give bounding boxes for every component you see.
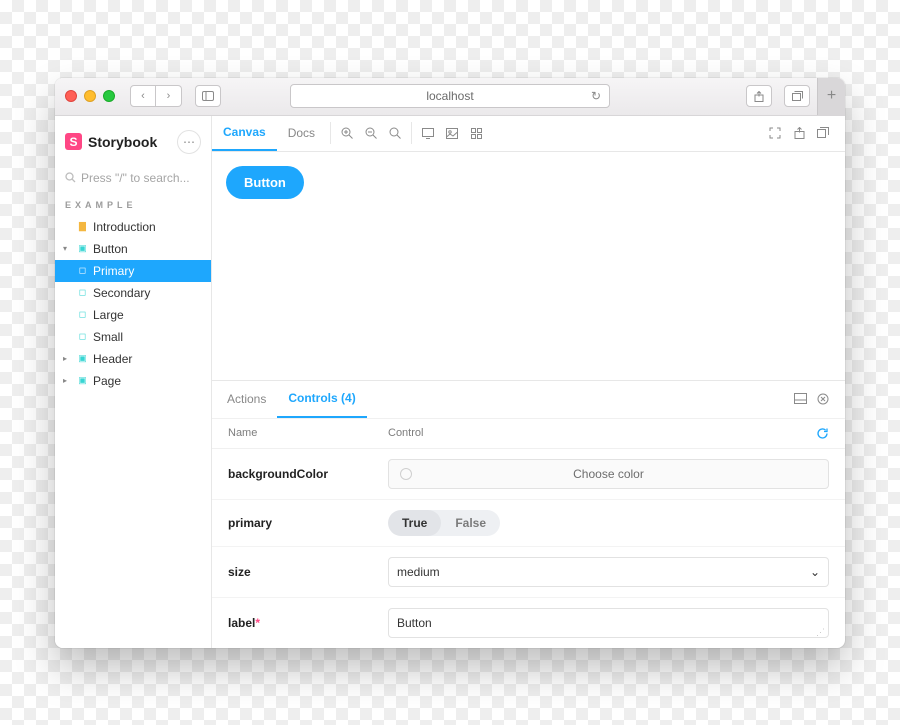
- search-icon: [65, 172, 76, 183]
- story-icon: ◻: [77, 265, 88, 276]
- doc-icon: ▇: [77, 221, 88, 232]
- sidebar-icon: [202, 91, 214, 101]
- storybook-mark-icon: S: [65, 133, 82, 150]
- traffic-light-close[interactable]: [65, 90, 77, 102]
- preview-toolbar: Canvas Docs: [212, 116, 845, 152]
- panel-icon: [794, 393, 807, 404]
- tree-item-large[interactable]: ◻ Large: [55, 304, 211, 326]
- sidebar-section-label: EXAMPLE: [55, 200, 211, 210]
- tabs-button[interactable]: [784, 85, 810, 107]
- control-label: label* Button ⋰: [212, 598, 845, 648]
- tree-item-introduction[interactable]: ▇ Introduction: [55, 216, 211, 238]
- separator: [411, 122, 412, 144]
- url-bar[interactable]: localhost ↻: [290, 84, 610, 108]
- tab-actions[interactable]: Actions: [216, 380, 277, 418]
- browser-window: ‹ › localhost ↻ + S Storybook: [55, 78, 845, 648]
- toggle-false[interactable]: False: [441, 510, 500, 536]
- search-input[interactable]: Press "/" to search...: [65, 166, 201, 190]
- story-icon: ◻: [77, 331, 88, 342]
- sidebar: S Storybook ⋯ Press "/" to search... EXA…: [55, 116, 212, 648]
- zoom-reset-button[interactable]: [383, 127, 407, 140]
- control-size: size medium ⌄: [212, 547, 845, 598]
- viewport-button[interactable]: [416, 128, 440, 139]
- traffic-light-minimize[interactable]: [84, 90, 96, 102]
- viewport-icon: [422, 128, 434, 139]
- component-icon: ▣: [77, 375, 88, 386]
- forward-button[interactable]: ›: [156, 85, 182, 107]
- ellipsis-icon: ⋯: [183, 135, 195, 149]
- sidebar-toggle-button[interactable]: [195, 85, 221, 107]
- tree-item-button[interactable]: ▾ ▣ Button: [55, 238, 211, 260]
- share-button[interactable]: [746, 85, 772, 107]
- component-icon: ▣: [77, 243, 88, 254]
- share-icon: [794, 127, 805, 139]
- col-control: Control: [388, 427, 816, 440]
- preview-primary-button[interactable]: Button: [226, 166, 304, 199]
- image-icon: [446, 128, 458, 139]
- resize-grip-icon: ⋰: [816, 629, 825, 636]
- swatch-icon: [400, 468, 412, 480]
- caret-down-icon: ▾: [63, 244, 72, 253]
- label-input[interactable]: Button ⋰: [388, 608, 829, 638]
- boolean-toggle[interactable]: True False: [388, 510, 500, 536]
- grid-icon: [471, 128, 482, 139]
- reset-controls-button[interactable]: [816, 427, 829, 440]
- zoom-reset-icon: [389, 127, 402, 140]
- control-primary: primary True False: [212, 500, 845, 547]
- chevron-down-icon: ⌄: [810, 565, 820, 579]
- control-backgroundcolor: backgroundColor Choose color: [212, 449, 845, 500]
- story-icon: ◻: [77, 287, 88, 298]
- story-icon: ◻: [77, 309, 88, 320]
- tab-docs[interactable]: Docs: [277, 115, 326, 151]
- color-picker[interactable]: Choose color: [388, 459, 829, 489]
- new-tab-button[interactable]: +: [817, 78, 845, 116]
- share-icon: [754, 91, 764, 102]
- zoom-in-button[interactable]: [335, 127, 359, 140]
- col-name: Name: [228, 427, 388, 440]
- background-button[interactable]: [440, 128, 464, 139]
- traffic-light-zoom[interactable]: [103, 90, 115, 102]
- story-tree: ▇ Introduction ▾ ▣ Button ◻ Primary ◻ Se…: [55, 216, 211, 392]
- main-panel: Canvas Docs Button: [212, 116, 845, 648]
- browser-titlebar: ‹ › localhost ↻ +: [55, 78, 845, 116]
- storybook-logo[interactable]: S Storybook: [65, 133, 157, 150]
- caret-right-icon: ▸: [63, 376, 72, 385]
- tree-item-secondary[interactable]: ◻ Secondary: [55, 282, 211, 304]
- tab-canvas[interactable]: Canvas: [212, 115, 277, 151]
- close-icon: [817, 393, 829, 405]
- tabs-icon: [792, 91, 803, 101]
- close-panel-button[interactable]: [817, 393, 829, 405]
- copy-link-button[interactable]: [811, 127, 835, 139]
- separator: [330, 122, 331, 144]
- tab-controls[interactable]: Controls (4): [277, 380, 366, 418]
- fullscreen-icon: [769, 127, 781, 139]
- caret-right-icon: ▸: [63, 354, 72, 363]
- story-canvas: Button: [212, 152, 845, 380]
- size-select[interactable]: medium ⌄: [388, 557, 829, 587]
- controls-header: Name Control: [212, 419, 845, 449]
- zoom-out-button[interactable]: [359, 127, 383, 140]
- panel-position-button[interactable]: [794, 393, 807, 405]
- url-text: localhost: [426, 89, 473, 103]
- tree-item-small[interactable]: ◻ Small: [55, 326, 211, 348]
- reload-icon[interactable]: ↻: [591, 89, 601, 103]
- copy-icon: [817, 127, 829, 138]
- logo-text: Storybook: [88, 134, 157, 150]
- storybook-app: S Storybook ⋯ Press "/" to search... EXA…: [55, 116, 845, 648]
- toggle-true[interactable]: True: [388, 510, 441, 536]
- zoom-in-icon: [341, 127, 354, 140]
- grid-button[interactable]: [464, 128, 488, 139]
- tree-item-primary[interactable]: ◻ Primary: [55, 260, 211, 282]
- reset-icon: [816, 427, 829, 440]
- tree-item-header[interactable]: ▸ ▣ Header: [55, 348, 211, 370]
- addons-panel: Actions Controls (4) Name Control backgr…: [212, 380, 845, 648]
- sidebar-menu-button[interactable]: ⋯: [177, 130, 201, 154]
- tree-item-page[interactable]: ▸ ▣ Page: [55, 370, 211, 392]
- open-in-new-button[interactable]: [787, 127, 811, 139]
- component-icon: ▣: [77, 353, 88, 364]
- back-button[interactable]: ‹: [130, 85, 156, 107]
- nav-buttons: ‹ ›: [130, 85, 182, 107]
- fullscreen-button[interactable]: [763, 127, 787, 139]
- zoom-out-icon: [365, 127, 378, 140]
